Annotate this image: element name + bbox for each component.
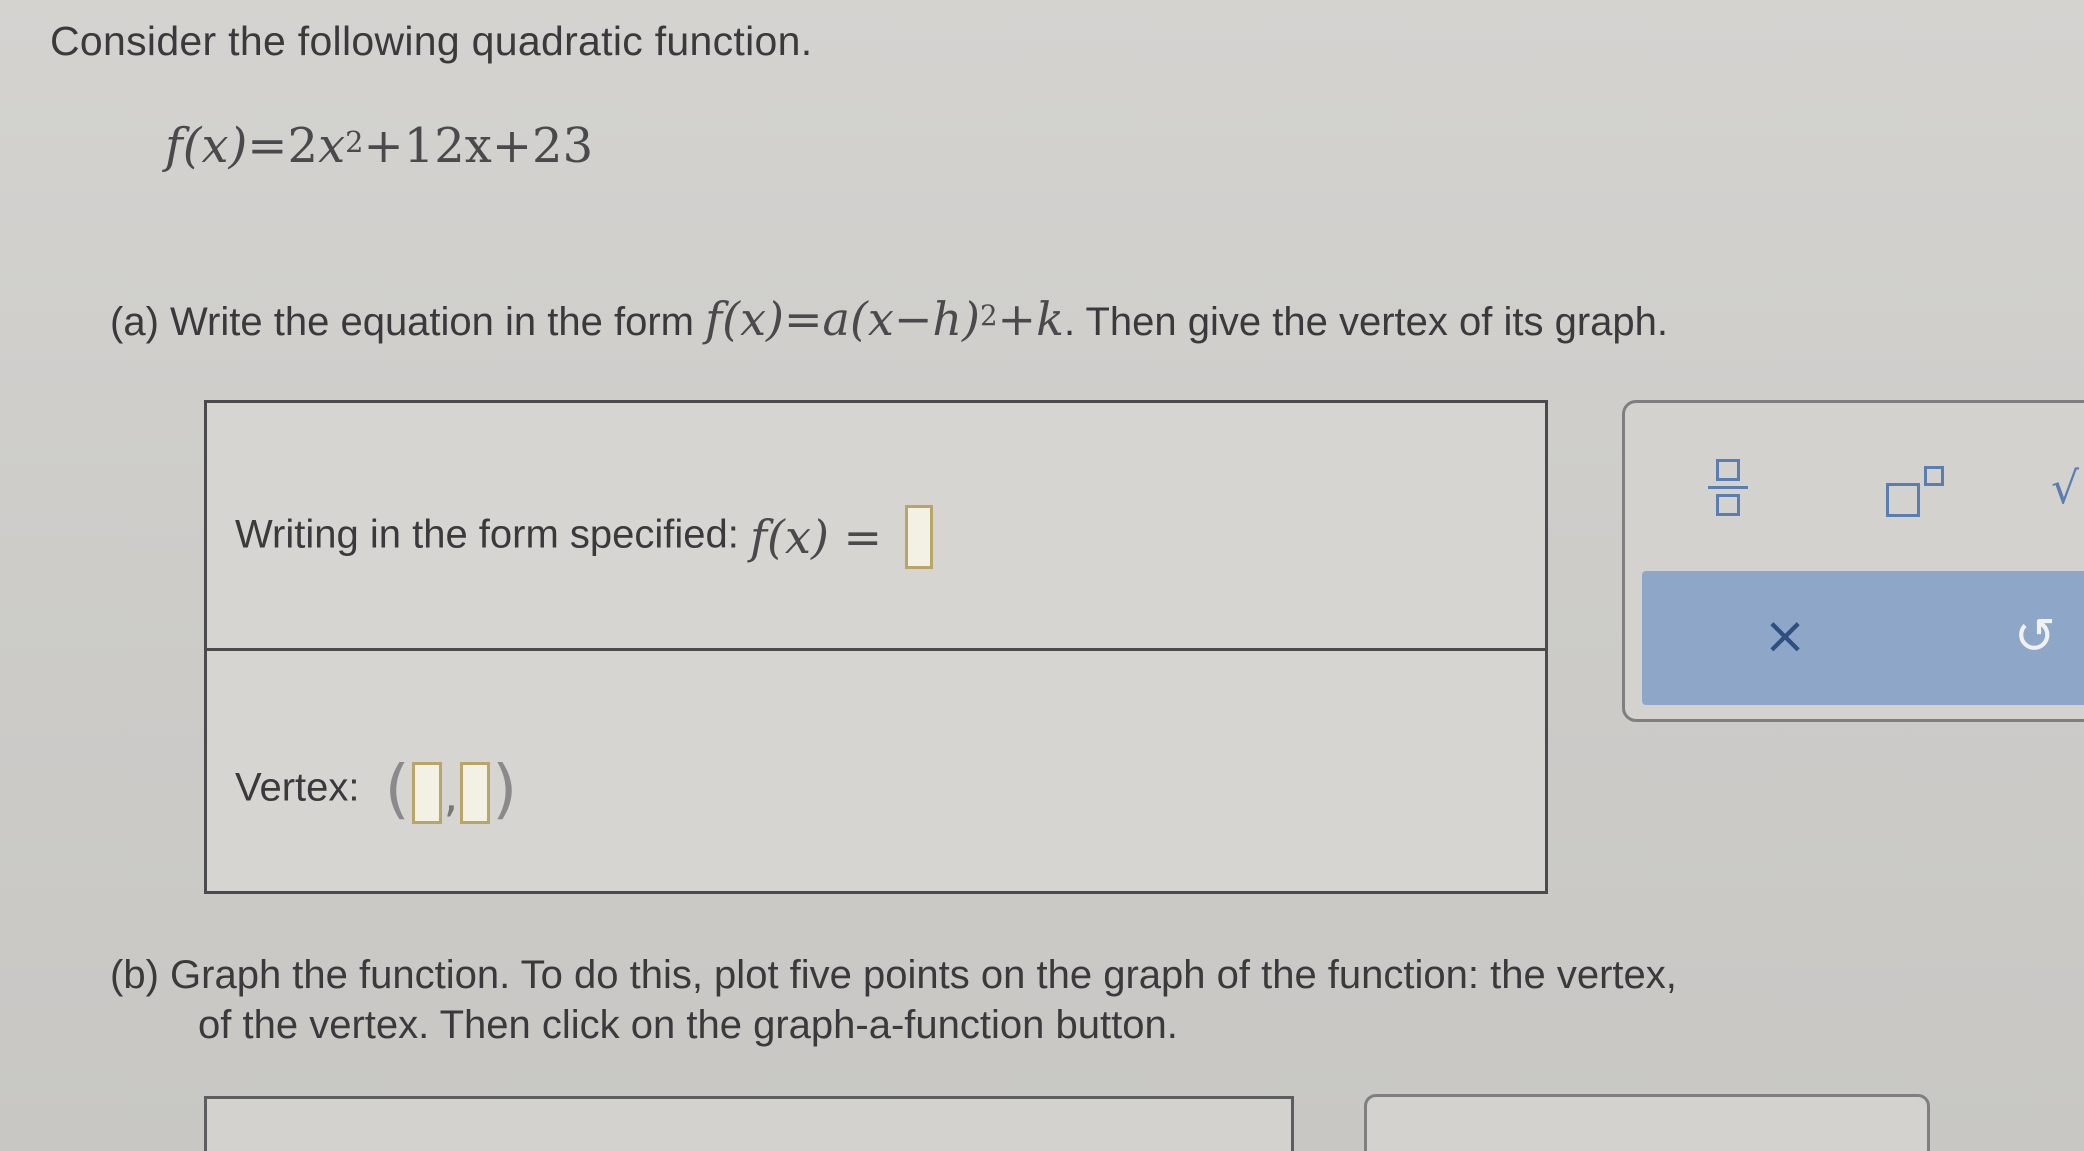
function-var: x: [318, 118, 346, 174]
problem-page: Consider the following quadratic functio…: [0, 0, 2084, 1151]
vertex-form-exponent: 2: [979, 299, 998, 333]
vertex-open-paren: (: [384, 753, 410, 827]
vertex-form-expression: f(x)=a(x−h)2+k: [705, 292, 1064, 346]
sqrt-button[interactable]: √: [2025, 443, 2084, 533]
vertex-answer-line: Vertex: (,): [235, 753, 517, 827]
vertex-label: Vertex:: [235, 765, 360, 810]
clear-icon: ×: [1763, 606, 1807, 666]
part-a-label: (a): [110, 300, 159, 344]
form-answer-lhs-text: f(x) =: [750, 510, 883, 564]
vertex-y-input[interactable]: [460, 762, 491, 825]
answer-row-vertex: Vertex: (,): [207, 651, 1545, 891]
fraction-icon-denominator: [1716, 493, 1740, 516]
vertex-form-ah: =a(x−h): [784, 292, 980, 346]
answer-row-form: Writing in the form specified: f(x) =: [207, 403, 1545, 651]
undo-icon: ↺: [2014, 607, 2056, 665]
fraction-bar: [1708, 485, 1748, 489]
clear-button[interactable]: ×: [1735, 586, 1835, 686]
part-b-line-1: (b) Graph the function. To do this, plot…: [110, 950, 1677, 1000]
vertex-close-paren: ): [492, 753, 518, 827]
graph-tools-panel[interactable]: [1364, 1094, 1930, 1151]
part-a-suffix: . Then give the vertex of its graph.: [1063, 300, 1669, 344]
vertex-form-k: +k: [997, 292, 1064, 346]
superscript-icon: [1886, 483, 1920, 517]
quadratic-function: f(x)=2x2+12x+23: [165, 118, 593, 174]
part-a-instructions: (a) Write the equation in the form f(x)=…: [110, 292, 1668, 346]
undo-button[interactable]: ↺: [1985, 586, 2084, 686]
problem-intro: Consider the following quadratic functio…: [50, 18, 813, 64]
part-b-text-1: Graph the function. To do this, plot fiv…: [170, 953, 1677, 997]
fraction-button[interactable]: [1693, 437, 1763, 537]
superscript-button[interactable]: [1865, 443, 1965, 533]
sqrt-icon: √: [2050, 462, 2080, 514]
vertex-x-input[interactable]: [411, 762, 442, 825]
function-lhs: f(x): [165, 118, 248, 174]
graph-panel[interactable]: [204, 1096, 1294, 1151]
math-toolbar: √ × ↺: [1622, 400, 2084, 722]
function-equals: =: [247, 118, 288, 174]
part-b-label: (b): [110, 953, 159, 997]
superscript-icon-exponent: [1924, 466, 1944, 486]
vertex-form-lhs: f(x): [705, 292, 784, 346]
form-answer-input[interactable]: [905, 505, 934, 569]
part-b-line-2: of the vertex. Then click on the graph-a…: [198, 1003, 1178, 1047]
answer-table: Writing in the form specified: f(x) = Ve…: [204, 400, 1548, 894]
vertex-input-group: (,): [385, 753, 518, 827]
vertex-comma: ,: [443, 768, 459, 822]
function-coef: 2: [287, 118, 319, 174]
form-answer-label: Writing in the form specified:: [235, 512, 739, 557]
form-answer-lhs: f(x) =: [750, 510, 882, 564]
function-exponent: 2: [345, 124, 364, 159]
part-b-instructions: (b) Graph the function. To do this, plot…: [110, 950, 1677, 1050]
part-a-prefix: Write the equation in the form: [170, 300, 694, 344]
fraction-icon: [1716, 458, 1740, 481]
function-rest: +12x+23: [363, 118, 594, 174]
form-answer-line: Writing in the form specified: f(x) =: [235, 505, 934, 569]
